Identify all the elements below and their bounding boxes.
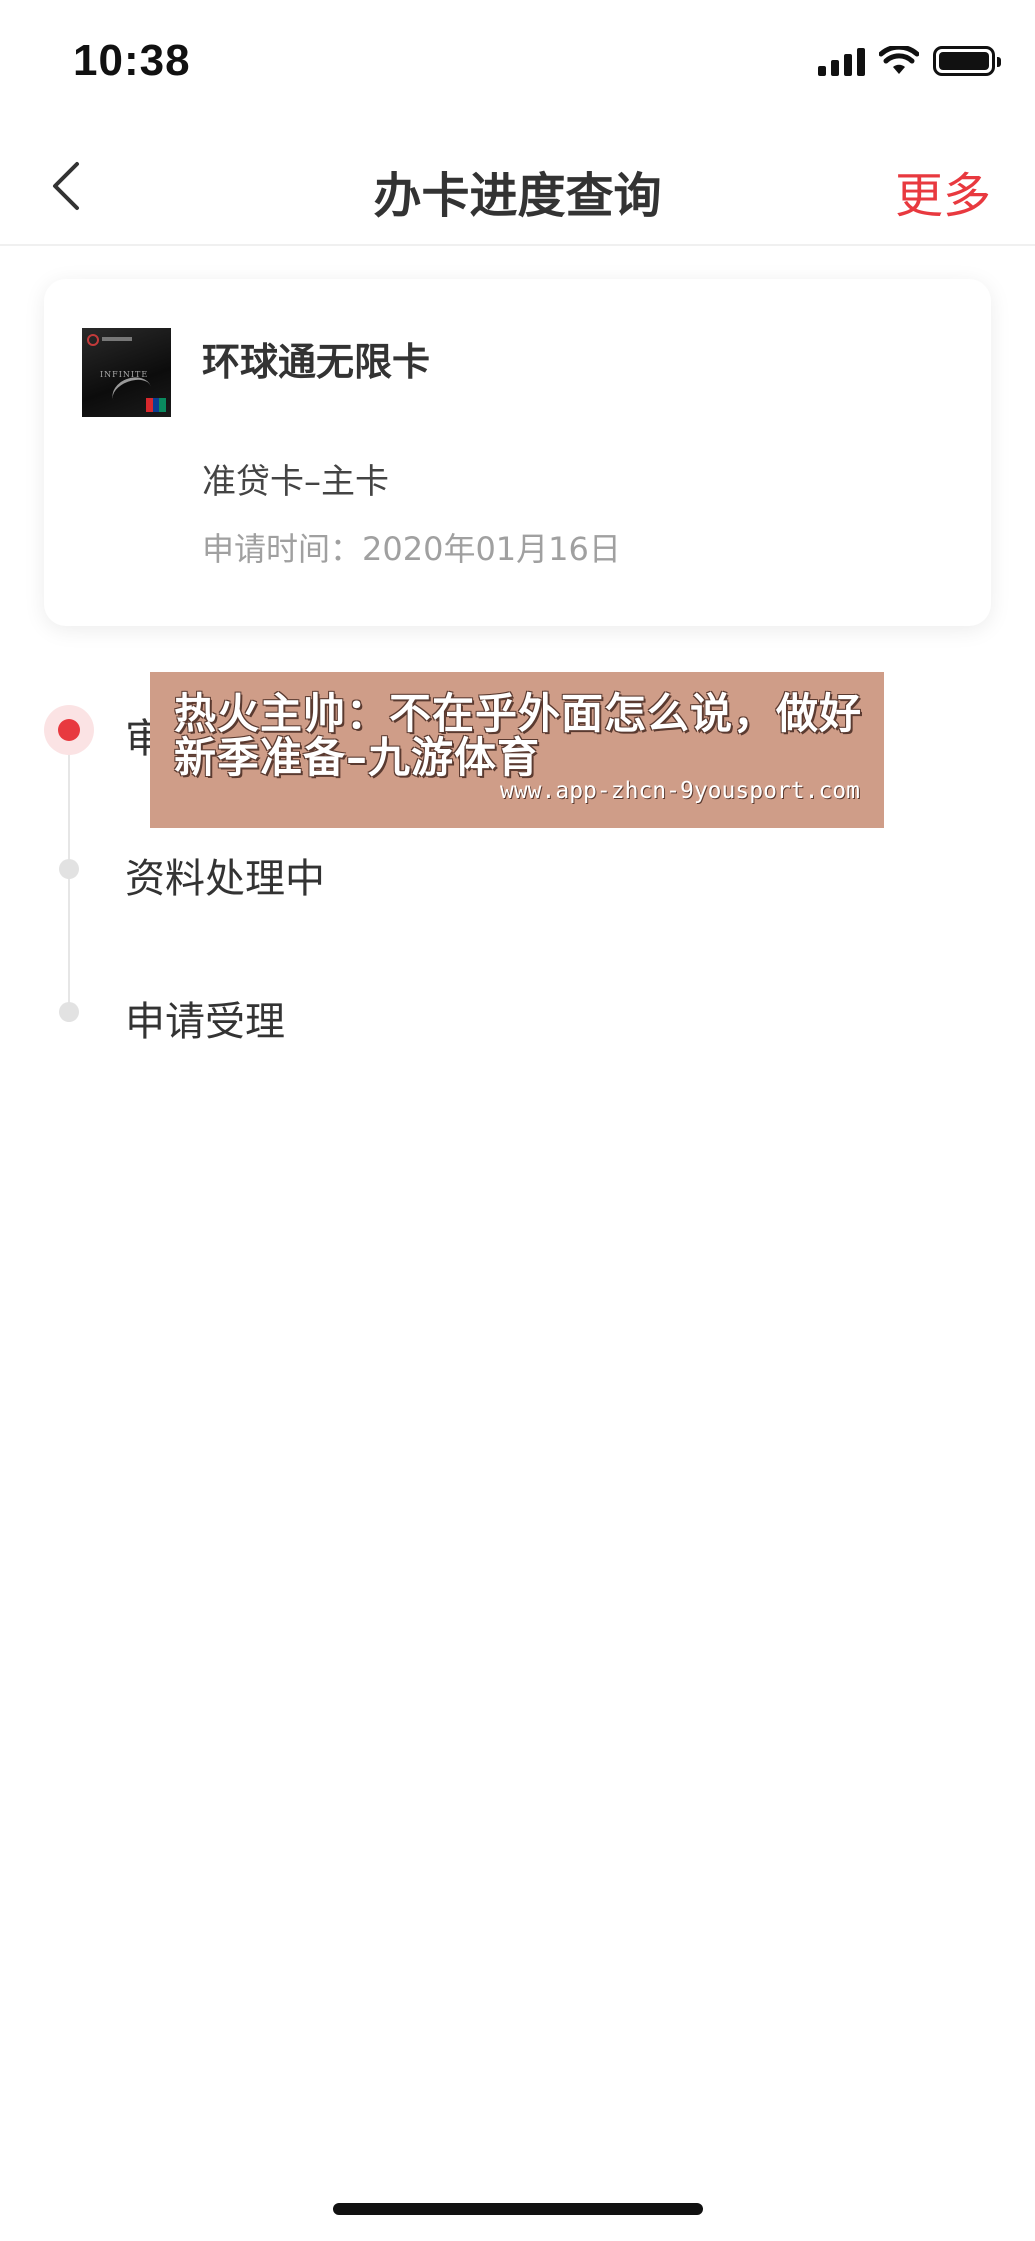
timeline-step-label: 申请受理	[125, 999, 285, 1045]
card-name: 环球通无限卡	[202, 340, 431, 384]
status-dot-icon	[59, 859, 79, 879]
ad-url: www.app-zhcn-9yousport.com	[499, 778, 860, 804]
timeline-step: 申请受理	[0, 983, 1035, 1045]
card-type: 准贷卡–主卡	[202, 462, 389, 502]
ad-title: 热火主帅：不在乎外面怎么说，做好新季准备–九游体育	[174, 689, 863, 782]
more-button[interactable]: 更多	[895, 156, 991, 226]
wifi-icon	[879, 46, 919, 74]
status-time: 10:38	[73, 36, 191, 85]
page-title: 办卡进度查询	[373, 168, 662, 224]
card-info-panel[interactable]: INFINITE 环球通无限卡 准贷卡–主卡 申请时间：2020年01月16日	[44, 279, 991, 626]
timeline-step: 资料处理中	[0, 840, 1035, 902]
status-icons	[818, 46, 1001, 76]
bank-logo-icon	[87, 334, 99, 346]
ad-overlay-banner[interactable]: 热火主帅：不在乎外面怎么说，做好新季准备–九游体育 www.app-zhcn-9…	[150, 672, 884, 828]
nav-bar: 办卡进度查询 更多	[0, 126, 1035, 246]
app-screen: 10:38 办卡进度查询 更多 INFINITE 环球通无限卡 准贷卡–主卡 申…	[0, 0, 1035, 2241]
status-dot-active-icon	[44, 705, 94, 755]
unionpay-icon	[146, 398, 167, 412]
apply-date: 申请时间：2020年01月16日	[202, 530, 621, 568]
battery-icon	[933, 46, 1001, 76]
status-bar: 10:38	[0, 0, 1035, 126]
signal-icon	[818, 46, 865, 76]
home-indicator[interactable]	[333, 2203, 703, 2215]
status-dot-icon	[59, 1002, 79, 1022]
timeline-step-label: 资料处理中	[125, 856, 325, 902]
card-thumbnail: INFINITE	[82, 328, 171, 417]
